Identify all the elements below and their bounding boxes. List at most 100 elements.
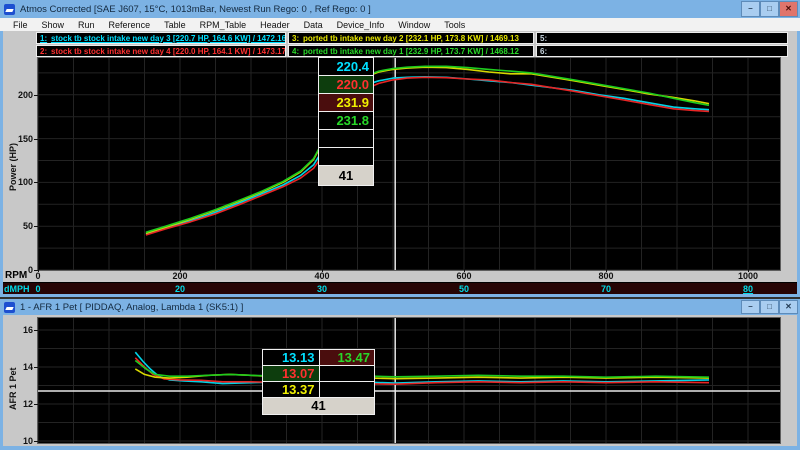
maximize-icon[interactable]: □	[760, 1, 779, 17]
desktop: Atmos Corrected [SAE J607, 15°C, 1013mBa…	[0, 0, 800, 450]
dmph-value: 80	[733, 284, 763, 294]
cursor-value-run-2: 220.0	[319, 76, 373, 93]
legend-run-1[interactable]: 1: stock tb stock intake new day 3 [220.…	[36, 32, 286, 44]
dmph-bar: dMPH 02030507080	[0, 282, 800, 294]
afr-chart[interactable]: 13.13 13.47 13.07 13.37 41	[38, 318, 780, 443]
window-controls: – □ ✕	[739, 299, 800, 315]
afr-cursor-index: 41	[262, 397, 375, 415]
afr-window-body: AFR 1 Pet 13.13 13.47 13.07 13.37	[0, 315, 800, 450]
close-icon[interactable]: ✕	[779, 300, 798, 314]
afr-cursor-value-run-3: 13.37	[263, 382, 319, 397]
legend-run-6-number: 6:	[537, 47, 551, 56]
power-plot-svg[interactable]	[38, 58, 780, 270]
power-window-title: Atmos Corrected [SAE J607, 15°C, 1013mBa…	[20, 4, 371, 15]
afr-plot-svg[interactable]	[38, 318, 780, 443]
maximize-icon[interactable]: □	[760, 300, 779, 314]
legend-run-1-label: stock tb stock intake new day 3 [220.7 H…	[51, 34, 286, 43]
y-tick-mark	[34, 139, 38, 140]
afr-cursor-value-run-4: 13.47	[320, 350, 375, 365]
menu-bar: File Show Run Reference Table RPM_Table …	[0, 18, 800, 31]
legend-run-2-label: stock tb stock intake new day 4 [220.0 H…	[51, 47, 286, 56]
legend-run-3-label: ported tb intake new day 2 [232.1 HP, 17…	[303, 34, 519, 43]
cursor-value-run-4: 231.8	[319, 112, 373, 129]
x-tick-mark	[38, 269, 39, 272]
legend-column-2: 3: ported tb intake new day 2 [232.1 HP,…	[288, 32, 534, 58]
y-tick-mark	[34, 330, 38, 331]
x-tick-mark	[180, 269, 181, 272]
x-tick-label: 1000	[733, 271, 763, 281]
y-tick-label: 100	[7, 177, 33, 187]
menu-file[interactable]: File	[6, 20, 35, 30]
y-tick-mark	[34, 226, 38, 227]
afr-window-titlebar[interactable]: 1 - AFR 1 Pet [ PIDDAQ, Analog, Lambda 1…	[0, 299, 800, 315]
menu-header[interactable]: Header	[253, 20, 297, 30]
y-tick-mark	[34, 441, 38, 442]
y-tick-mark	[34, 404, 38, 405]
legend-run-4[interactable]: 4: ported tb intake new day 1 [232.9 HP,…	[288, 45, 534, 57]
window-border-left	[0, 31, 3, 294]
power-window-titlebar[interactable]: Atmos Corrected [SAE J607, 15°C, 1013mBa…	[0, 0, 800, 18]
y-tick-label: 12	[7, 399, 33, 409]
dmph-value: 70	[591, 284, 621, 294]
legend-run-3[interactable]: 3: ported tb intake new day 2 [232.1 HP,…	[288, 32, 534, 44]
cursor-value-run-1: 220.4	[319, 58, 373, 75]
dmph-value: 50	[449, 284, 479, 294]
power-cursor-databox: 220.4 220.0 231.9 231.8 41	[318, 58, 374, 186]
y-tick-label: 16	[7, 325, 33, 335]
x-tick-label: 200	[165, 271, 195, 281]
y-tick-label: 150	[7, 134, 33, 144]
legend-run-3-number: 3:	[289, 34, 303, 43]
dmph-value: 0	[23, 284, 53, 294]
menu-reference[interactable]: Reference	[102, 20, 158, 30]
window-border-left	[0, 315, 3, 446]
y-tick-mark	[34, 95, 38, 96]
power-chart[interactable]: 220.4 220.0 231.9 231.8 41	[38, 58, 780, 270]
power-window: Atmos Corrected [SAE J607, 15°C, 1013mBa…	[0, 0, 800, 297]
x-tick-mark	[606, 269, 607, 272]
legend-run-4-number: 4:	[289, 47, 303, 56]
app-icon	[4, 302, 15, 313]
cursor-value-run-3: 231.9	[319, 94, 373, 111]
dmph-value: 20	[165, 284, 195, 294]
legend-run-2-number: 2:	[37, 47, 51, 56]
cursor-value-run-5	[319, 130, 373, 147]
afr-cursor-value-run-1: 13.13	[263, 350, 319, 365]
y-tick-mark	[34, 182, 38, 183]
legend-run-4-label: ported tb intake new day 1 [232.9 HP, 17…	[303, 47, 519, 56]
menu-show[interactable]: Show	[35, 20, 72, 30]
y-tick-mark	[34, 367, 38, 368]
afr-cursor-databox: 13.13 13.47 13.07 13.37 41	[262, 350, 375, 415]
x-tick-mark	[748, 269, 749, 272]
menu-data[interactable]: Data	[297, 20, 330, 30]
legend-run-5-number: 5:	[537, 34, 551, 43]
window-controls: – □ ✕	[739, 0, 800, 18]
legend-run-6[interactable]: 6:	[536, 45, 788, 57]
rpm-axis-bar: RPM 02004006008001000	[0, 269, 800, 282]
y-tick-label: 10	[7, 436, 33, 446]
close-icon[interactable]: ✕	[779, 1, 798, 17]
y-tick-label: 50	[7, 221, 33, 231]
y-tick-label: 14	[7, 362, 33, 372]
app-icon	[4, 4, 15, 15]
menu-rpm-table[interactable]: RPM_Table	[193, 20, 254, 30]
legend-run-5[interactable]: 5:	[536, 32, 788, 44]
minimize-icon[interactable]: –	[741, 300, 760, 314]
y-tick-mark	[34, 270, 38, 271]
cursor-index: 41	[318, 165, 374, 186]
menu-table[interactable]: Table	[157, 20, 193, 30]
x-tick-mark	[322, 269, 323, 272]
afr-window: 1 - AFR 1 Pet [ PIDDAQ, Analog, Lambda 1…	[0, 299, 800, 450]
legend-run-2[interactable]: 2: stock tb stock intake new day 4 [220.…	[36, 45, 286, 57]
minimize-icon[interactable]: –	[741, 1, 760, 17]
x-tick-label: 600	[449, 271, 479, 281]
menu-tools[interactable]: Tools	[437, 20, 472, 30]
menu-window[interactable]: Window	[391, 20, 437, 30]
x-tick-label: 800	[591, 271, 621, 281]
menu-run[interactable]: Run	[71, 20, 102, 30]
menu-device-info[interactable]: Device_Info	[330, 20, 392, 30]
window-border-bottom	[0, 294, 800, 297]
afr-cursor-value-run-2: 13.07	[263, 366, 319, 381]
legend-column-3: 5: 6:	[536, 32, 788, 58]
afr-window-title: 1 - AFR 1 Pet [ PIDDAQ, Analog, Lambda 1…	[20, 302, 243, 313]
x-tick-label: 400	[307, 271, 337, 281]
